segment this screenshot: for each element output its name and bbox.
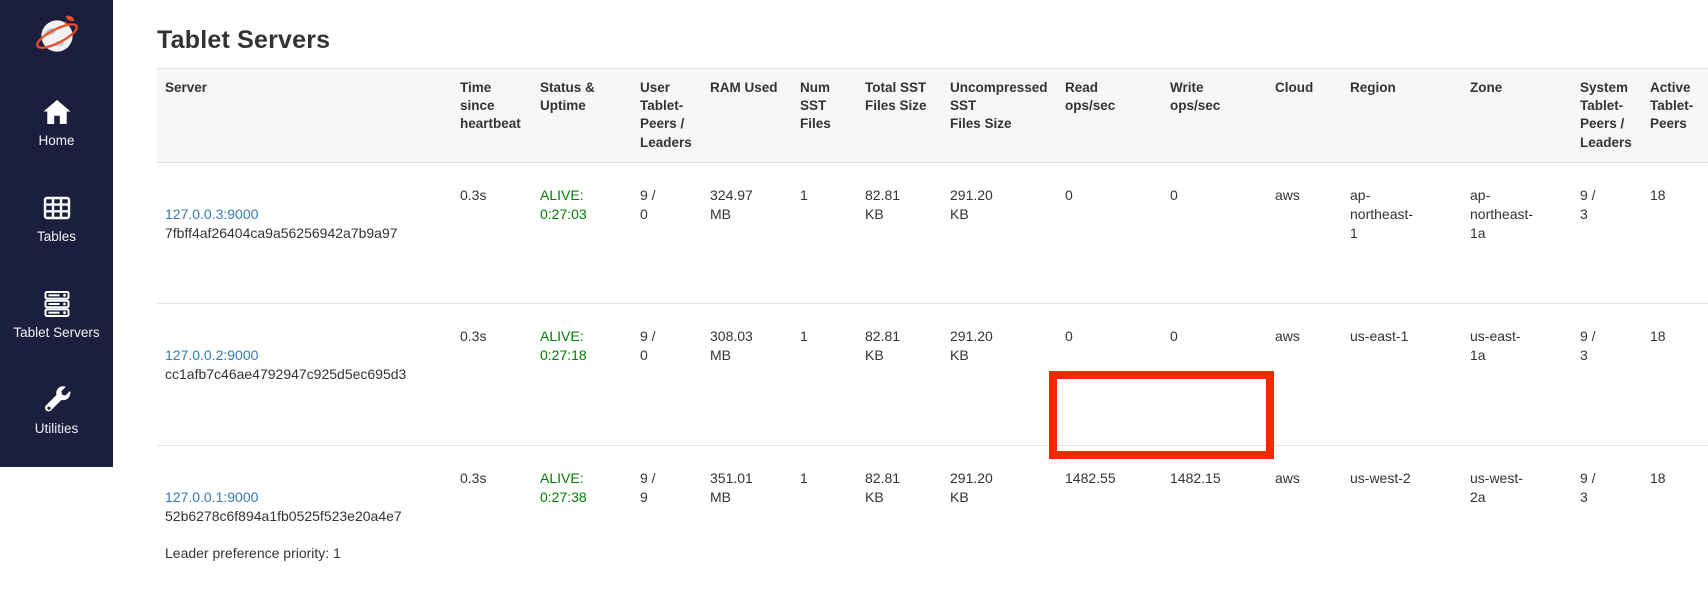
cell-write-ops: 0 <box>1162 162 1267 303</box>
sidebar: Home Tables <box>0 0 113 467</box>
cell-uncompressed-sst: 291.20 KB <box>942 304 1057 445</box>
cell-ram: 308.03 MB <box>702 304 792 445</box>
col-active-tablet-peers: Active Tablet- Peers <box>1642 69 1708 163</box>
col-uncompressed-sst-size: Uncompressed SST Files Size <box>942 69 1057 163</box>
table-row: 127.0.0.2:9000 cc1afb7c46ae4792947c925d5… <box>157 304 1708 445</box>
cell-system-peers: 9 / 3 <box>1572 162 1642 303</box>
server-note: Leader preference priority: 1 <box>165 544 444 563</box>
cell-cloud: aws <box>1267 304 1342 445</box>
cell-heartbeat: 0.3s <box>452 304 532 445</box>
col-ram-used: RAM Used <box>702 69 792 163</box>
yugabyte-logo[interactable] <box>32 10 82 60</box>
server-uuid: 7fbff4af26404ca9a56256942a7b9a97 <box>165 224 444 243</box>
cell-num-sst: 1 <box>792 445 857 605</box>
cell-user-peers: 9 / 0 <box>632 304 702 445</box>
server-uuid: 52b6278c6f894a1fb0525f523e20a4e7 <box>165 507 444 526</box>
col-server: Server <box>157 69 452 163</box>
status-badge: ALIVE: 0:27:03 <box>532 162 632 303</box>
cell-zone: us-west- 2a <box>1462 445 1572 605</box>
cell-read-ops: 1482.55 <box>1057 445 1162 605</box>
server-link[interactable]: 127.0.0.2:9000 <box>165 347 258 363</box>
cell-read-ops: 0 <box>1057 304 1162 445</box>
table-row: 127.0.0.3:9000 7fbff4af26404ca9a56256942… <box>157 162 1708 303</box>
cell-user-peers: 9 / 9 <box>632 445 702 605</box>
utilities-icon <box>41 384 73 416</box>
status-badge: ALIVE: 0:27:38 <box>532 445 632 605</box>
col-write-ops: Write ops/sec <box>1162 69 1267 163</box>
cell-zone: ap- northeast- 1a <box>1462 162 1572 303</box>
cell-system-peers: 9 / 3 <box>1572 304 1642 445</box>
cell-num-sst: 1 <box>792 162 857 303</box>
col-status-uptime: Status & Uptime <box>532 69 632 163</box>
cell-server: 127.0.0.2:9000 cc1afb7c46ae4792947c925d5… <box>157 304 452 445</box>
sidebar-item-utilities[interactable]: Utilities <box>0 384 113 436</box>
col-read-ops: Read ops/sec <box>1057 69 1162 163</box>
cell-zone: us-east- 1a <box>1462 304 1572 445</box>
col-cloud: Cloud <box>1267 69 1342 163</box>
col-time-since-heartbeat: Time since heartbeat <box>452 69 532 163</box>
cell-cloud: aws <box>1267 162 1342 303</box>
cell-active-peers: 18 <box>1642 445 1708 605</box>
tables-icon <box>41 192 73 224</box>
sidebar-item-label: Tables <box>37 229 76 244</box>
server-link[interactable]: 127.0.0.1:9000 <box>165 489 258 505</box>
cell-region: us-west-2 <box>1342 445 1462 605</box>
cell-total-sst: 82.81 KB <box>857 162 942 303</box>
col-system-tablet-peers: System Tablet- Peers / Leaders <box>1572 69 1642 163</box>
cell-active-peers: 18 <box>1642 304 1708 445</box>
cell-uncompressed-sst: 291.20 KB <box>942 162 1057 303</box>
col-num-sst-files: Num SST Files <box>792 69 857 163</box>
cell-system-peers: 9 / 3 <box>1572 445 1642 605</box>
sidebar-nav: Home Tables <box>0 96 113 436</box>
rocket-icon <box>66 16 74 21</box>
tablet-servers-table: Server Time since heartbeat Status & Upt… <box>157 68 1708 605</box>
cell-region: ap- northeast- 1 <box>1342 162 1462 303</box>
cell-server: 127.0.0.3:9000 7fbff4af26404ca9a56256942… <box>157 162 452 303</box>
cell-read-ops: 0 <box>1057 162 1162 303</box>
home-icon <box>41 96 73 128</box>
tablet-servers-icon <box>41 288 73 320</box>
sidebar-item-label: Utilities <box>35 421 79 436</box>
server-uuid: cc1afb7c46ae4792947c925d5ec695d3 <box>165 365 444 384</box>
sidebar-item-label: Tablet Servers <box>13 325 99 340</box>
col-user-tablet-peers: User Tablet- Peers / Leaders <box>632 69 702 163</box>
main-content: Tablet Servers Server Time since heartbe… <box>113 0 1708 605</box>
cell-total-sst: 82.81 KB <box>857 304 942 445</box>
cell-uncompressed-sst: 291.20 KB <box>942 445 1057 605</box>
server-link[interactable]: 127.0.0.3:9000 <box>165 206 258 222</box>
cell-cloud: aws <box>1267 445 1342 605</box>
cell-user-peers: 9 / 0 <box>632 162 702 303</box>
status-badge: ALIVE: 0:27:18 <box>532 304 632 445</box>
col-region: Region <box>1342 69 1462 163</box>
cell-num-sst: 1 <box>792 304 857 445</box>
cell-heartbeat: 0.3s <box>452 162 532 303</box>
table-header-row: Server Time since heartbeat Status & Upt… <box>157 69 1708 163</box>
page-title: Tablet Servers <box>157 26 1708 55</box>
cell-region: us-east-1 <box>1342 304 1462 445</box>
cell-write-ops: 1482.15 <box>1162 445 1267 605</box>
sidebar-item-home[interactable]: Home <box>0 96 113 148</box>
col-zone: Zone <box>1462 69 1572 163</box>
sidebar-item-label: Home <box>38 133 74 148</box>
cell-write-ops: 0 <box>1162 304 1267 445</box>
table-row: 127.0.0.1:9000 52b6278c6f894a1fb0525f523… <box>157 445 1708 605</box>
cell-ram: 324.97 MB <box>702 162 792 303</box>
cell-server: 127.0.0.1:9000 52b6278c6f894a1fb0525f523… <box>157 445 452 605</box>
cell-active-peers: 18 <box>1642 162 1708 303</box>
cell-ram: 351.01 MB <box>702 445 792 605</box>
sidebar-item-tablet-servers[interactable]: Tablet Servers <box>0 288 113 340</box>
cell-heartbeat: 0.3s <box>452 445 532 605</box>
sidebar-item-tables[interactable]: Tables <box>0 192 113 244</box>
cell-total-sst: 82.81 KB <box>857 445 942 605</box>
col-total-sst-size: Total SST Files Size <box>857 69 942 163</box>
